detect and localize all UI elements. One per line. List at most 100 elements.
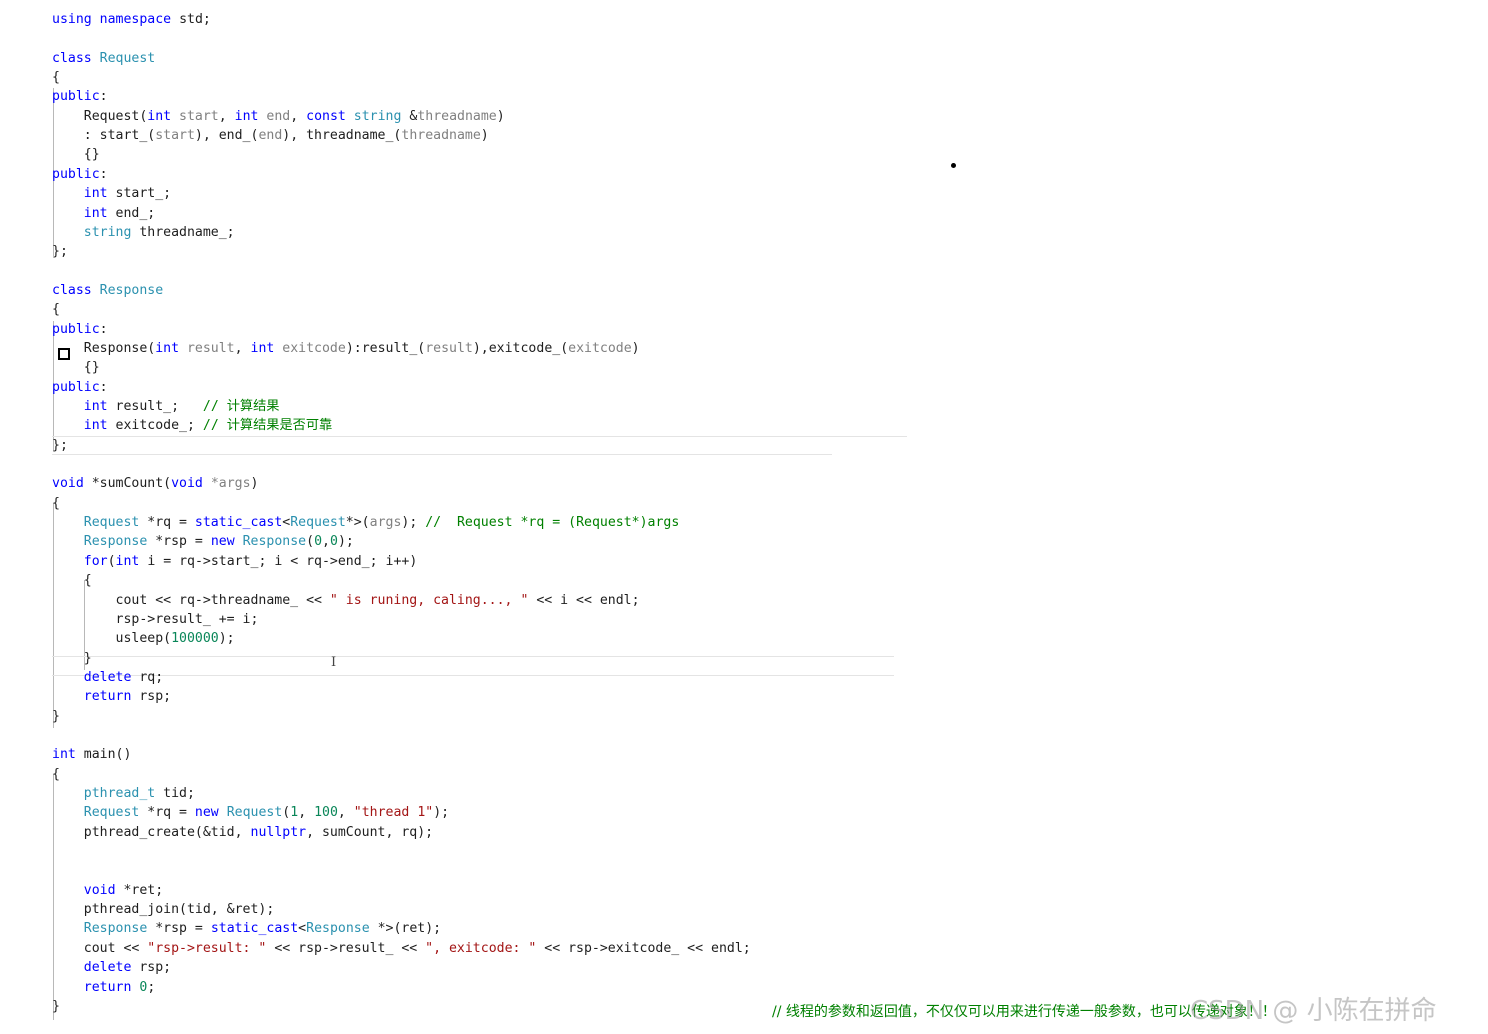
code-line[interactable]: int end_; xyxy=(52,204,155,223)
code-token: ", exitcode: " xyxy=(425,940,537,956)
code-line[interactable]: { xyxy=(52,571,92,590)
code-token: *sumCount( xyxy=(83,476,172,492)
code-token: , xyxy=(298,805,315,821)
code-line[interactable]: public: xyxy=(52,378,108,397)
code-token: Request xyxy=(226,805,283,821)
code-line[interactable]: Response(int result, int exitcode):resul… xyxy=(52,339,640,358)
code-line[interactable]: Request *rq = new Request(1, 100, "threa… xyxy=(52,803,449,822)
code-token: pthread_join(tid, &ret); xyxy=(52,902,275,918)
code-line[interactable]: Request *rq = static_cast<Request*>(args… xyxy=(52,513,680,532)
code-line[interactable]: cout << rq->threadname_ << " is runing, … xyxy=(52,591,640,610)
code-token: return xyxy=(83,979,132,995)
code-line[interactable]: string threadname_; xyxy=(52,223,235,242)
code-token: , sumCount, rq); xyxy=(306,824,434,840)
code-line[interactable]: class Response xyxy=(52,281,163,300)
code-line[interactable]: return 0; xyxy=(52,978,156,997)
code-token: Response xyxy=(83,921,148,937)
code-token: tid; xyxy=(155,786,195,801)
code-line[interactable]: }; xyxy=(52,242,68,261)
code-token: { xyxy=(52,573,92,589)
code-line[interactable]: int main() xyxy=(52,745,131,764)
code-line[interactable]: int start_; xyxy=(52,184,171,203)
code-line[interactable]: usleep(100000); xyxy=(52,629,235,648)
code-token: ); xyxy=(401,515,426,531)
code-token: nullptr xyxy=(250,824,307,840)
code-line[interactable]: : start_(start), end_(end), threadname_(… xyxy=(52,126,489,145)
code-token: void xyxy=(83,882,116,898)
breakpoint-icon[interactable] xyxy=(58,348,70,360)
code-line[interactable]: { xyxy=(52,494,60,513)
code-line[interactable]: pthread_join(tid, &ret); xyxy=(52,900,275,919)
code-token: rsp; xyxy=(131,960,172,976)
code-line[interactable]: delete rq; xyxy=(52,668,163,687)
code-line[interactable]: Response *rsp = new Response(0,0); xyxy=(52,532,354,551)
code-token: , xyxy=(322,534,330,550)
code-token: cout << xyxy=(52,940,148,956)
code-token: ):result_( xyxy=(345,340,426,356)
code-line[interactable]: }; xyxy=(52,436,68,455)
code-line[interactable]: void *ret; xyxy=(52,881,163,900)
code-line[interactable]: Request(int start, int end, const string… xyxy=(52,107,505,126)
code-token: ); xyxy=(433,805,450,821)
code-line[interactable]: { xyxy=(52,765,60,784)
code-token: *rq = xyxy=(139,515,195,531)
code-token: void xyxy=(171,476,203,492)
code-token: Request( xyxy=(52,108,148,124)
code-line[interactable]: void *sumCount(void *args) xyxy=(52,474,258,493)
code-line[interactable]: public: xyxy=(52,87,108,106)
text-cursor-icon: I xyxy=(331,655,337,670)
code-token: *rsp = xyxy=(147,534,211,550)
code-line[interactable]: return rsp; xyxy=(52,687,171,706)
code-token: // 计算结果 xyxy=(202,399,280,414)
code-token: end xyxy=(258,108,291,124)
code-token: Request xyxy=(99,50,156,66)
code-token: & xyxy=(401,108,418,124)
code-token: std; xyxy=(171,12,211,27)
code-token: , xyxy=(218,108,235,124)
code-line[interactable]: { xyxy=(52,300,60,319)
code-token: public xyxy=(52,166,100,182)
code-line[interactable]: using namespace std; xyxy=(52,10,211,29)
code-line[interactable]: int exitcode_; // 计算结果是否可靠 xyxy=(52,416,332,435)
code-line[interactable]: } xyxy=(52,707,60,726)
code-token: public xyxy=(52,89,100,105)
code-token: "rsp->result: " xyxy=(147,940,267,956)
code-line[interactable]: pthread_t tid; xyxy=(52,784,195,803)
code-token: result xyxy=(179,340,235,356)
code-token: start_; xyxy=(107,186,172,202)
code-line[interactable]: Response *rsp = static_cast<Response *>(… xyxy=(52,919,441,938)
code-token: << i << endl; xyxy=(528,592,640,608)
code-line[interactable]: } xyxy=(52,997,60,1016)
code-line[interactable]: pthread_create(&tid, nullptr, sumCount, … xyxy=(52,823,433,842)
code-token: i = rq->start_; i < rq->end_; i++) xyxy=(139,553,418,569)
code-token: int xyxy=(147,108,172,124)
code-token: } xyxy=(52,708,60,724)
code-line[interactable]: } xyxy=(52,649,92,668)
code-line[interactable]: public: xyxy=(52,320,108,339)
code-line[interactable]: int result_; // 计算结果 xyxy=(52,397,280,416)
code-token: } xyxy=(52,650,92,666)
code-line[interactable]: {} xyxy=(52,145,100,164)
code-token: *>(ret); xyxy=(369,921,442,937)
code-token: int xyxy=(83,399,108,414)
code-token: delete xyxy=(83,960,132,976)
code-editor[interactable]: using namespace std; class Request{public… xyxy=(0,0,1488,1034)
code-line[interactable]: public: xyxy=(52,165,108,184)
code-line[interactable]: for(int i = rq->start_; i < rq->end_; i+… xyxy=(52,552,418,571)
code-line[interactable]: {} xyxy=(52,358,100,377)
code-line[interactable]: { xyxy=(52,68,60,87)
code-token: const xyxy=(306,108,346,124)
code-line[interactable]: class Request xyxy=(52,49,155,68)
code-line[interactable]: rsp->result_ += i; xyxy=(52,610,259,629)
code-line[interactable]: delete rsp; xyxy=(52,958,171,977)
code-line[interactable]: cout << "rsp->result: " << rsp->result_ … xyxy=(52,939,751,958)
